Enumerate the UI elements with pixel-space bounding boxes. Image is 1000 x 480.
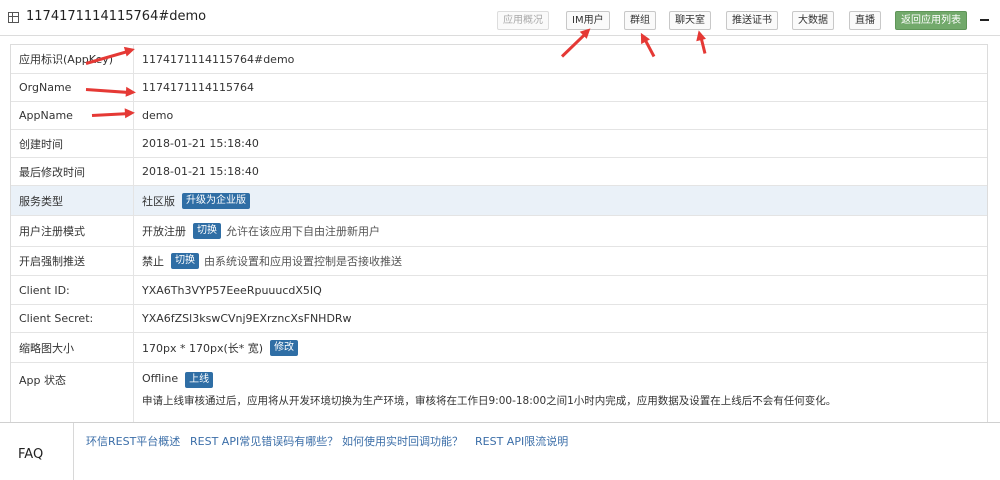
table-row: 用户注册模式 开放注册 切换 允许在该应用下自由注册新用户 — [11, 216, 987, 247]
back-to-list-button[interactable]: 返回应用列表 — [895, 11, 967, 30]
appkey-label: 应用标识(AppKey) — [11, 45, 134, 73]
modified-label: 最后修改时间 — [11, 158, 134, 185]
groups-button[interactable]: 群组 — [624, 11, 656, 30]
client-id-label: Client ID: — [11, 276, 134, 304]
faq-bar: FAQ 环信REST平台概述 REST API常见错误码有哪些？ 如何使用实时回… — [0, 422, 1000, 480]
table-row: 开启强制推送 禁止 切换 由系统设置和应用设置控制是否接收推送 — [11, 247, 987, 276]
table-row: 创建时间 2018-01-21 15:18:40 — [11, 130, 987, 158]
modified-value: 2018-01-21 15:18:40 — [142, 165, 259, 178]
push-toggle-button[interactable]: 切换 — [171, 253, 199, 269]
service-type-value: 社区版 — [142, 194, 175, 208]
chatrooms-button[interactable]: 聊天室 — [669, 11, 711, 30]
thumbnail-size-value: 170px * 170px(长* 宽) — [142, 341, 264, 355]
register-mode-label: 用户注册模式 — [11, 216, 134, 246]
created-label: 创建时间 — [11, 130, 134, 157]
thumbnail-size-cell: 170px * 170px(长* 宽) 修改 — [142, 333, 299, 362]
push-cert-button[interactable]: 推送证书 — [726, 11, 778, 30]
app-status-label: App 状态 — [11, 363, 134, 423]
service-type-label: 服务类型 — [11, 186, 134, 215]
upgrade-enterprise-button[interactable]: 升级为企业版 — [182, 192, 250, 209]
table-row: 缩略图大小 170px * 170px(长* 宽) 修改 — [11, 333, 987, 363]
appkey-value: 1174171114115764#demo — [142, 52, 295, 66]
edit-thumbnail-button[interactable]: 修改 — [270, 339, 299, 356]
online-review-notice: 申请上线审核通过后，应用将从开发环境切换为生产环境，审核将在工作日9:00-18… — [142, 395, 837, 407]
go-online-button[interactable]: 上线 — [185, 372, 214, 388]
created-value: 2018-01-21 15:18:40 — [142, 137, 259, 150]
client-secret-value: YXA6fZSl3kswCVnj9EXrzncXsFNHDRw — [142, 312, 352, 325]
service-type-cell: 社区版 升级为企业版 — [142, 186, 250, 215]
faq-link-rest-overview[interactable]: 环信REST平台概述 — [86, 433, 180, 449]
client-id-value: YXA6Th3VYP57EeeRpuuucdX5IQ — [142, 283, 322, 297]
table-row: 服务类型 社区版 升级为企业版 — [11, 186, 987, 216]
client-secret-label: Client Secret: — [11, 305, 134, 332]
table-row: AppName demo — [11, 102, 987, 130]
table-icon — [8, 12, 19, 23]
appname-value: demo — [142, 109, 174, 122]
register-mode-value: 开放注册 — [142, 225, 186, 238]
app-title: 1174171114115764#demo — [26, 9, 207, 24]
table-row: 应用标识(AppKey) 1174171114115764#demo — [11, 45, 987, 74]
app-header: 1174171114115764#demo 应用概况 IM用户 群组 聊天室 推… — [0, 0, 1000, 36]
orgname-value: 1174171114115764 — [142, 81, 254, 94]
force-push-cell: 禁止 切换 由系统设置和应用设置控制是否接收推送 — [142, 247, 402, 275]
app-status-value: Offline — [142, 372, 179, 385]
register-mode-cell: 开放注册 切换 允许在该应用下自由注册新用户 — [142, 216, 380, 246]
big-data-button[interactable]: 大数据 — [792, 11, 834, 30]
faq-link-error-codes[interactable]: REST API常见错误码有哪些？ — [190, 433, 338, 449]
thumbnail-size-label: 缩略图大小 — [11, 333, 134, 362]
faq-divider — [73, 423, 74, 480]
collapse-icon[interactable] — [980, 19, 989, 21]
table-row: OrgName 1174171114115764 — [11, 74, 987, 102]
table-row: 最后修改时间 2018-01-21 15:18:40 — [11, 158, 987, 186]
app-overview-button[interactable]: 应用概况 — [497, 11, 549, 30]
table-row: Client Secret: YXA6fZSl3kswCVnj9EXrzncXs… — [11, 305, 987, 333]
register-toggle-button[interactable]: 切换 — [193, 223, 221, 239]
orgname-label: OrgName — [11, 74, 134, 101]
faq-link-rate-limit[interactable]: REST API限流说明 — [475, 433, 568, 449]
register-mode-hint: 允许在该应用下自由注册新用户 — [226, 225, 380, 238]
force-push-hint: 由系统设置和应用设置控制是否接收推送 — [204, 255, 402, 268]
faq-link-realtime-callback[interactable]: 如何使用实时回调功能？ — [342, 433, 463, 449]
force-push-label: 开启强制推送 — [11, 247, 134, 275]
live-button[interactable]: 直播 — [849, 11, 881, 30]
faq-label: FAQ — [18, 447, 44, 462]
app-detail-table: 应用标识(AppKey) 1174171114115764#demo OrgNa… — [10, 44, 988, 423]
force-push-value: 禁止 — [142, 255, 164, 268]
table-row: Client ID: YXA6Th3VYP57EeeRpuuucdX5IQ — [11, 276, 987, 305]
table-row: App 状态 Offline 上线 申请上线审核通过后，应用将从开发环境切换为生… — [11, 363, 987, 423]
